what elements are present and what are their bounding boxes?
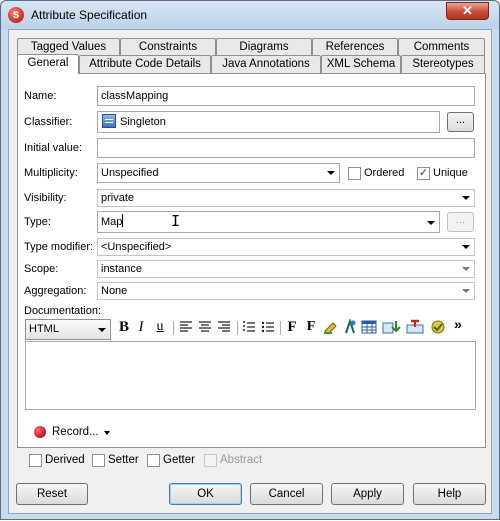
derived-label: Derived: [45, 454, 85, 466]
derived-checkbox[interactable]: [29, 454, 42, 467]
ordered-checkbox[interactable]: [348, 167, 361, 180]
visibility-value: private: [101, 192, 135, 204]
unique-checkbox[interactable]: ✓: [417, 167, 430, 180]
table-icon[interactable]: [361, 319, 377, 335]
toolbar-separator: [280, 321, 281, 335]
classifier-label: Classifier:: [24, 116, 73, 128]
align-left-icon[interactable]: [179, 319, 193, 335]
multiplicity-label: Multiplicity:: [24, 167, 78, 179]
italic-button[interactable]: I: [135, 319, 147, 335]
more-tools-button[interactable]: »: [453, 316, 463, 332]
font-size-button[interactable]: F: [303, 319, 319, 335]
reset-button[interactable]: Reset: [16, 483, 88, 505]
aggregation-value: None: [101, 285, 128, 297]
chevron-down-icon[interactable]: [427, 221, 435, 225]
aggregation-label: Aggregation:: [24, 285, 87, 297]
type-label: Type:: [24, 216, 51, 228]
setter-checkbox[interactable]: [92, 454, 105, 467]
type-modifier-combo[interactable]: <Unspecified>: [97, 238, 475, 256]
ordered-label: Ordered: [364, 167, 405, 179]
cancel-button[interactable]: Cancel: [250, 483, 323, 505]
documentation-label: Documentation:: [24, 305, 102, 317]
scope-combo[interactable]: instance: [97, 260, 475, 278]
documentation-editor[interactable]: [25, 341, 476, 410]
attribute-specification-window: S Attribute Specification ✕ Tagged Value…: [0, 0, 500, 520]
ok-button[interactable]: OK: [169, 483, 242, 505]
general-form: Name: classMapping Classifier: Singleton…: [1, 1, 500, 521]
spell-check-icon[interactable]: [429, 319, 447, 335]
insert-icon[interactable]: [382, 319, 402, 335]
type-browse-button[interactable]: ...: [447, 212, 474, 232]
multiplicity-combo[interactable]: Unspecified: [97, 163, 340, 183]
format-value: HTML: [29, 323, 59, 335]
help-button[interactable]: Help: [413, 483, 486, 505]
visibility-combo[interactable]: private: [97, 189, 475, 207]
type-value: Map: [101, 216, 123, 228]
record-button[interactable]: Record...: [52, 426, 99, 438]
chevron-down-icon[interactable]: [104, 431, 110, 435]
type-combo[interactable]: Map: [97, 211, 440, 233]
font-button[interactable]: F: [286, 319, 298, 335]
abstract-label: Abstract: [220, 454, 263, 466]
scope-label: Scope:: [24, 263, 59, 275]
link-icon[interactable]: [405, 319, 425, 335]
classifier-value: Singleton: [120, 116, 166, 128]
initial-value-label: Initial value:: [24, 142, 83, 154]
name-label: Name:: [24, 90, 57, 102]
chevron-down-icon[interactable]: [462, 289, 470, 293]
initial-value-field[interactable]: [97, 138, 475, 158]
ordered-list-icon[interactable]: [242, 319, 256, 335]
chevron-down-icon[interactable]: [462, 267, 470, 271]
getter-label: Getter: [163, 454, 195, 466]
align-right-icon[interactable]: [217, 319, 231, 335]
bold-button[interactable]: B: [117, 319, 131, 335]
visibility-label: Visibility:: [24, 192, 67, 204]
aggregation-combo[interactable]: None: [97, 282, 475, 300]
abstract-checkbox[interactable]: [204, 454, 217, 467]
chevron-down-icon[interactable]: [462, 196, 470, 200]
underline-button[interactable]: u: [153, 319, 167, 335]
classifier-browse-button[interactable]: ...: [447, 112, 474, 132]
format-combo[interactable]: HTML: [25, 319, 111, 340]
chevron-down-icon[interactable]: [98, 328, 106, 332]
text-color-icon[interactable]: [342, 319, 358, 335]
type-modifier-label: Type modifier:: [24, 241, 94, 253]
text-cursor-icon: I: [171, 212, 181, 230]
apply-button[interactable]: Apply: [331, 483, 404, 505]
toolbar-separator: [237, 321, 238, 335]
toolbar-separator: [173, 321, 174, 335]
unique-label: Unique: [433, 167, 468, 179]
record-icon: [34, 426, 46, 438]
name-field[interactable]: classMapping: [97, 86, 475, 106]
classifier-field[interactable]: Singleton: [97, 111, 440, 133]
unordered-list-icon[interactable]: [261, 319, 275, 335]
scope-value: instance: [101, 263, 142, 275]
chevron-down-icon[interactable]: [462, 245, 470, 249]
multiplicity-value: Unspecified: [101, 167, 159, 179]
text-caret: [122, 214, 124, 227]
highlight-icon[interactable]: [323, 319, 339, 335]
setter-label: Setter: [108, 454, 139, 466]
type-modifier-value: <Unspecified>: [101, 241, 172, 253]
chevron-down-icon[interactable]: [327, 171, 335, 175]
getter-checkbox[interactable]: [147, 454, 160, 467]
align-center-icon[interactable]: [198, 319, 212, 335]
class-icon: [102, 114, 116, 128]
